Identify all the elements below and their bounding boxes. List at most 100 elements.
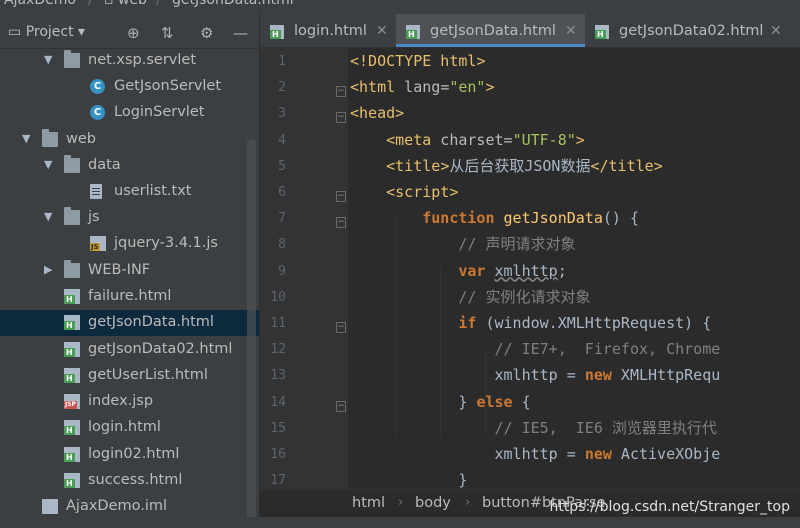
line-number: 4	[278, 132, 286, 148]
breadcrumb-item[interactable]: body	[415, 495, 451, 511]
tree-item-label: AjaxDemo.iml	[66, 498, 168, 514]
tree-item[interactable]: Hfailure.html	[0, 284, 259, 310]
line-number: 8	[278, 237, 286, 253]
tree-item[interactable]: C GetJsonServlet	[0, 74, 259, 100]
fold-marker-icon[interactable]: −	[336, 400, 346, 412]
html-file-icon: H	[406, 25, 420, 39]
module-file-icon	[42, 499, 58, 514]
tree-item-label: login02.html	[88, 446, 180, 462]
tree-item-label: getJsonData.html	[88, 314, 214, 330]
tree-item[interactable]: ▼ data	[0, 153, 259, 179]
html-file-icon: H	[270, 25, 284, 39]
code-editor[interactable]: 1 2 3 4 5 6 7 8 9 10 11 12 13 14 15 16 17− − − − − − <!DOCTYP…	[260, 48, 800, 489]
fold-marker-icon[interactable]: −	[336, 112, 346, 124]
expanded-arrow-icon[interactable]: ▼	[44, 158, 52, 171]
breadcrumb-item[interactable]: html	[352, 495, 385, 511]
code-line: <meta charset="UTF-8">	[386, 130, 585, 149]
html-file-icon: H	[64, 368, 80, 383]
tree-item[interactable]: HgetUserList.html	[0, 363, 259, 389]
code-line: function getJsonData() {	[422, 209, 639, 228]
project-view-selector[interactable]: ▭ Project ▾	[8, 24, 85, 40]
line-number: 11	[270, 316, 286, 331]
expanded-arrow-icon[interactable]: ▼	[22, 132, 30, 145]
editor-gutter: 1 2 3 4 5 6 7 8 9 10 11 12 13 14 15 16 17− − − − − −	[260, 48, 348, 489]
tree-item-label: userlist.txt	[114, 183, 192, 199]
fold-marker-icon[interactable]: −	[336, 322, 346, 333]
tree-item[interactable]: Hlogin02.html	[0, 442, 259, 468]
close-icon[interactable]: ✕	[770, 23, 782, 39]
code-line: // IE5, IE6 浏览器里执行代	[494, 418, 717, 437]
line-number: 14	[270, 394, 286, 410]
tree-item[interactable]: HgetJsonData02.html	[0, 337, 259, 363]
nav-project[interactable]: AjaxDemo	[4, 0, 76, 8]
nav-file-label: getJsonData.html	[172, 0, 294, 8]
tree-item-label: net.xsp.servlet	[88, 52, 197, 68]
html-file-icon: H	[64, 289, 80, 304]
html-file-icon: H	[595, 25, 609, 39]
line-number: 10	[270, 289, 286, 305]
nav-folder-label: web	[117, 0, 147, 8]
code-line: <html lang="en">	[350, 78, 495, 97]
tree-item-label: index.jsp	[88, 393, 154, 409]
tree-item[interactable]: ▼ net.xsp.servlet	[0, 48, 259, 74]
tree-item-label: data	[88, 157, 121, 173]
expanded-arrow-icon[interactable]: ▼	[44, 210, 52, 223]
line-number: 1	[278, 54, 286, 69]
tree-item-label: js	[88, 209, 100, 225]
tree-item[interactable]: Hsuccess.html	[0, 468, 259, 494]
close-icon[interactable]: ✕	[565, 23, 577, 39]
folder-icon	[64, 155, 80, 173]
expanded-arrow-icon[interactable]: ▼	[44, 53, 52, 66]
tree-item[interactable]: ▶ WEB-INF	[0, 258, 259, 284]
fold-marker-icon[interactable]: −	[336, 191, 346, 202]
nav-folder[interactable]: ▫ web	[104, 0, 147, 8]
tree-item[interactable]: ▼ js	[0, 205, 259, 231]
line-number: 9	[278, 263, 286, 279]
jsp-file-icon: JSP	[64, 394, 80, 409]
tab-label: getJsonData.html	[430, 23, 556, 39]
close-icon[interactable]: ✕	[376, 23, 388, 39]
tree-scrollbar[interactable]	[247, 139, 256, 528]
fold-marker-icon[interactable]: −	[336, 217, 346, 229]
project-panel-header: ▭ Project ▾ ⊕ ⇅ ⚙ —	[0, 18, 259, 49]
code-line: xmlhttp = new ActiveXObje	[494, 445, 721, 463]
tree-item[interactable]: C LoginServlet	[0, 100, 259, 126]
code-line: var xmlhttp;	[458, 261, 567, 280]
tree-item-label: success.html	[88, 472, 183, 488]
code-line: <script>	[386, 183, 459, 201]
tree-item[interactable]: ▼ web	[0, 127, 259, 153]
text-file-icon	[90, 184, 102, 199]
folder-icon	[42, 129, 58, 147]
js-file-icon: JS	[90, 236, 106, 251]
indent-guide	[485, 348, 486, 438]
collapsed-arrow-icon[interactable]: ▶	[44, 263, 52, 276]
tree-item-label: WEB-INF	[88, 262, 151, 278]
globe-icon[interactable]: ⊕	[127, 24, 140, 42]
gear-icon[interactable]: ⚙	[200, 24, 213, 42]
indent-guide	[395, 216, 396, 438]
line-number: 15	[270, 420, 286, 436]
class-icon: C	[90, 105, 105, 120]
html-file-icon: H	[64, 420, 80, 435]
tree-item-label: login.html	[88, 419, 161, 435]
tree-item[interactable]: HgetJsonData.html	[0, 310, 259, 336]
code-line: // IE7+, Firefox, Chrome	[494, 340, 721, 359]
tab-label: login.html	[294, 23, 367, 39]
tree-item[interactable]: userlist.txt	[0, 179, 259, 205]
editor-tab[interactable]: Hlogin.html ✕	[260, 14, 396, 47]
navigation-bar: AjaxDemo / ▫ web / getJsonData.html	[0, 0, 800, 14]
editor-tabs: Hlogin.html ✕ HgetJsonData.html ✕ HgetJsonDa…	[260, 14, 800, 48]
tree-item[interactable]: JS jquery-3.4.1.js	[0, 231, 259, 257]
html-file-icon: H	[64, 342, 80, 357]
fold-marker-icon[interactable]: −	[336, 86, 346, 98]
tree-item-label: failure.html	[88, 288, 172, 304]
tree-item[interactable]: Hlogin.html	[0, 415, 259, 441]
editor-tab[interactable]: HgetJsonData02.html ✕	[585, 14, 790, 47]
editor-tab[interactable]: HgetJsonData.html ✕	[396, 14, 585, 47]
collapse-icon[interactable]: ⇅	[161, 24, 174, 42]
minimize-icon[interactable]: —	[233, 24, 248, 42]
nav-file[interactable]: getJsonData.html	[172, 0, 294, 8]
chevron-right-icon: ›	[398, 495, 404, 510]
tree-item-label: GetJsonServlet	[114, 78, 222, 94]
tree-item[interactable]: JSP index.jsp	[0, 389, 259, 415]
